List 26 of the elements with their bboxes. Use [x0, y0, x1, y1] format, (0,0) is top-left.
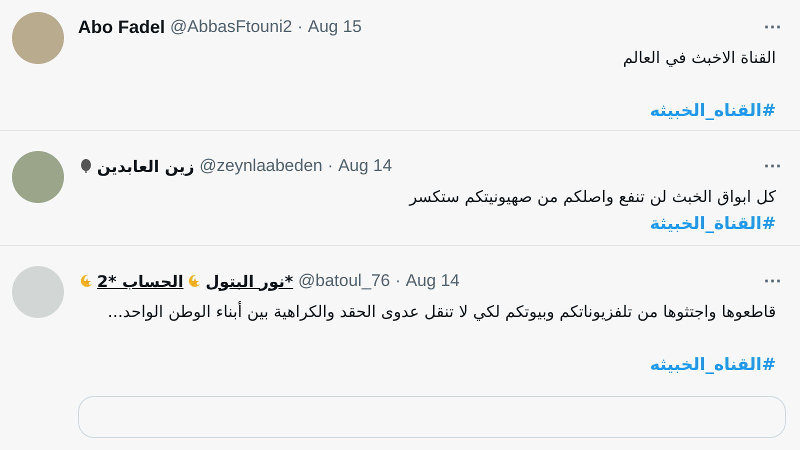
embedded-card[interactable]	[78, 396, 786, 438]
avatar-photo-placeholder[interactable]	[12, 266, 64, 318]
post-date[interactable]: Aug 15	[308, 17, 362, 37]
crescent-star-icon	[78, 273, 94, 289]
more-options-button[interactable]: ···	[760, 16, 786, 38]
post-date[interactable]: Aug 14	[406, 271, 460, 291]
more-options-button[interactable]: ···	[760, 156, 786, 176]
separator-dot: ·	[297, 17, 303, 37]
tweet-text: قاطعوها واجتثوها من تلفزيوناتكم وبيوتكم لكي لا تنقل عدوى الحقد والكراهية بين أبناء الوطن الواحد...	[106, 300, 777, 323]
post-date[interactable]: Aug 14	[338, 156, 392, 176]
separator-dot: ·	[395, 271, 401, 291]
user-handle[interactable]: @batoul_76	[298, 271, 390, 291]
more-options-button[interactable]: ···	[760, 270, 786, 292]
user-handle[interactable]: @AbbasFtouni2	[170, 17, 292, 37]
avatar-photo-placeholder[interactable]	[12, 151, 64, 203]
pin-icon	[78, 158, 94, 174]
separator-dot: ·	[328, 156, 334, 176]
user-name[interactable]: Abo Fadel	[78, 16, 166, 38]
avatar-photo-placeholder[interactable]	[12, 12, 64, 64]
user-name[interactable]: *نور البتول	[205, 272, 294, 290]
tweet-text: القناة الاخبث في العالم	[622, 47, 777, 69]
user-name[interactable]: زين العابدين	[97, 156, 194, 176]
user-handle[interactable]: @zeynlaabeden	[199, 156, 323, 176]
user-name[interactable]: الحساب *2	[97, 272, 184, 290]
crescent-star-icon	[186, 273, 202, 289]
tweet-text: كل ابواق الخبث لن تنفع واصلكم من صهيونيتكم ستكسر	[408, 186, 777, 208]
